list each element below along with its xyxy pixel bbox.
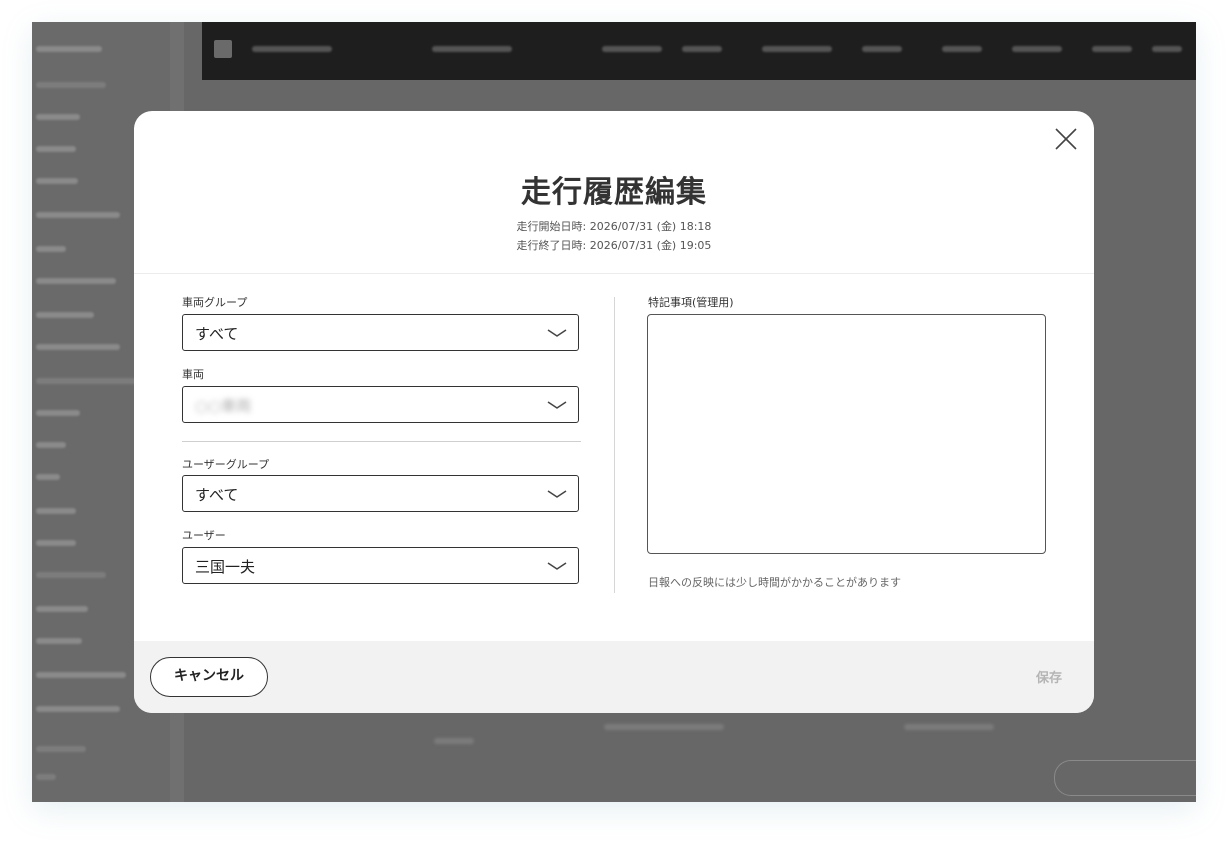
edit-trip-history-dialog: 走行履歴編集 走行開始日時: 2026/07/31 (金) 18:18 走行終了…	[134, 111, 1094, 713]
background-header	[202, 22, 1196, 80]
reflection-delay-note: 日報への反映には少し時間がかかることがあります	[648, 576, 901, 589]
cancel-button[interactable]: キャンセル	[150, 657, 268, 697]
chevron-down-icon	[547, 401, 567, 409]
chevron-down-icon	[547, 490, 567, 498]
vehicle-group-select[interactable]: すべて	[182, 314, 579, 351]
remarks-label: 特記事項(管理用)	[648, 296, 734, 309]
user-label: ユーザー	[182, 529, 226, 542]
user-select[interactable]: 三国一夫	[182, 547, 579, 584]
remarks-textarea[interactable]	[647, 314, 1046, 554]
trip-end-datetime: 走行終了日時: 2026/07/31 (金) 19:05	[516, 239, 712, 252]
trip-start-datetime: 走行開始日時: 2026/07/31 (金) 18:18	[516, 220, 712, 233]
vehicle-group-label: 車両グループ	[182, 296, 248, 309]
chevron-down-icon	[547, 329, 567, 337]
chevron-down-icon	[547, 562, 567, 570]
column-divider	[614, 297, 615, 593]
dialog-footer: キャンセル 保存	[134, 641, 1094, 713]
save-button[interactable]: 保存	[1036, 667, 1062, 686]
user-group-label: ユーザーグループ	[182, 458, 270, 471]
vehicle-value: ○○車両	[195, 397, 252, 415]
vehicle-label: 車両	[182, 368, 204, 381]
user-group-value: すべて	[195, 486, 239, 504]
vehicle-group-value: すべて	[195, 325, 239, 343]
dialog-title: 走行履歴編集	[521, 175, 707, 210]
user-group-select[interactable]: すべて	[182, 475, 579, 512]
user-value: 三国一夫	[195, 558, 256, 576]
dialog-header: 走行履歴編集 走行開始日時: 2026/07/31 (金) 18:18 走行終了…	[134, 111, 1094, 274]
section-divider	[182, 441, 581, 442]
background-pill-button	[1054, 760, 1196, 796]
vehicle-select[interactable]: ○○車両	[182, 386, 579, 423]
